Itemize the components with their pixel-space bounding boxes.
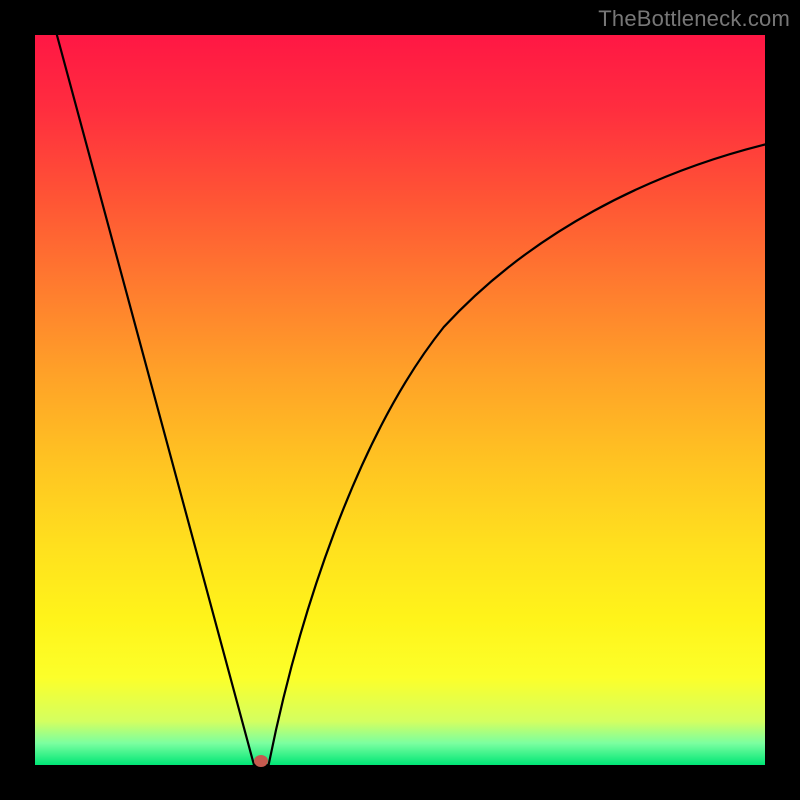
bottleneck-curve bbox=[35, 35, 765, 765]
plot-area bbox=[35, 35, 765, 765]
chart-frame: TheBottleneck.com bbox=[0, 0, 800, 800]
highlight-dot bbox=[254, 755, 268, 767]
watermark-text: TheBottleneck.com bbox=[598, 6, 790, 32]
